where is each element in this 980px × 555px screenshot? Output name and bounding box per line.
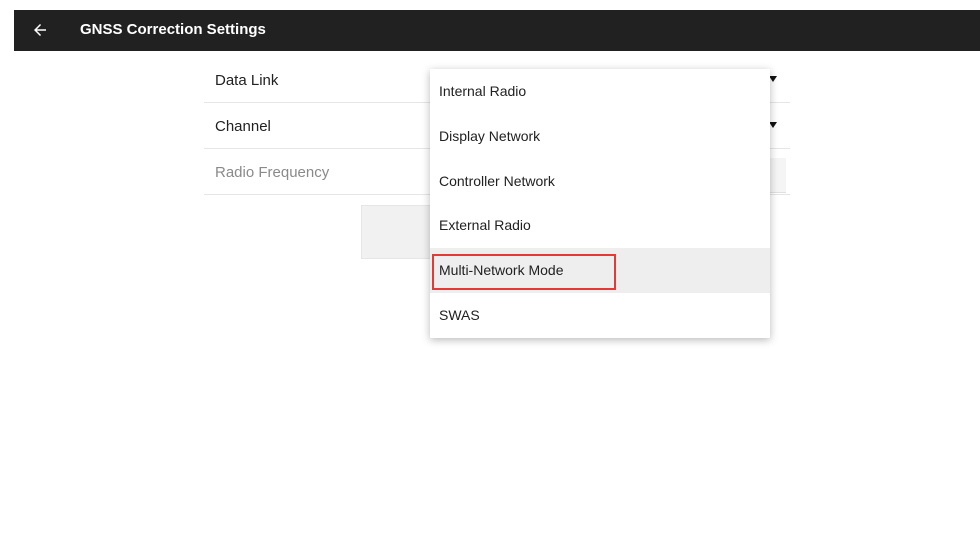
menu-item-display-network[interactable]: Display Network bbox=[430, 114, 770, 159]
menu-item-label: SWAS bbox=[439, 307, 480, 323]
menu-item-multi-network-mode[interactable]: Multi-Network Mode bbox=[430, 248, 770, 293]
gnss-correction-settings-screen: GNSS Correction Settings Data Link Chann… bbox=[0, 0, 980, 555]
menu-item-label: Controller Network bbox=[439, 173, 555, 189]
menu-item-label: Internal Radio bbox=[439, 83, 527, 99]
radio-frequency-field bbox=[770, 158, 786, 193]
menu-item-swas[interactable]: SWAS bbox=[430, 293, 770, 338]
arrow-left-icon bbox=[34, 24, 46, 36]
channel-label: Channel bbox=[215, 118, 271, 135]
page-title: GNSS Correction Settings bbox=[80, 21, 266, 38]
data-link-dropdown-arrow-icon[interactable] bbox=[769, 76, 777, 82]
menu-item-label: Multi-Network Mode bbox=[439, 262, 564, 278]
data-link-dropdown-menu: Internal Radio Display Network Controlle… bbox=[430, 69, 770, 338]
apply-button[interactable] bbox=[361, 205, 431, 259]
menu-item-label: Display Network bbox=[439, 128, 541, 144]
menu-item-external-radio[interactable]: External Radio bbox=[430, 203, 770, 248]
data-link-label: Data Link bbox=[215, 72, 279, 89]
app-bar: GNSS Correction Settings bbox=[14, 10, 980, 51]
channel-dropdown-arrow-icon[interactable] bbox=[769, 122, 777, 128]
menu-item-internal-radio[interactable]: Internal Radio bbox=[430, 69, 770, 114]
top-margin: GNSS Correction Settings bbox=[0, 0, 980, 51]
menu-item-label: External Radio bbox=[439, 217, 531, 233]
radio-frequency-label: Radio Frequency bbox=[215, 164, 330, 181]
back-button[interactable] bbox=[28, 18, 52, 42]
menu-item-controller-network[interactable]: Controller Network bbox=[430, 159, 770, 204]
